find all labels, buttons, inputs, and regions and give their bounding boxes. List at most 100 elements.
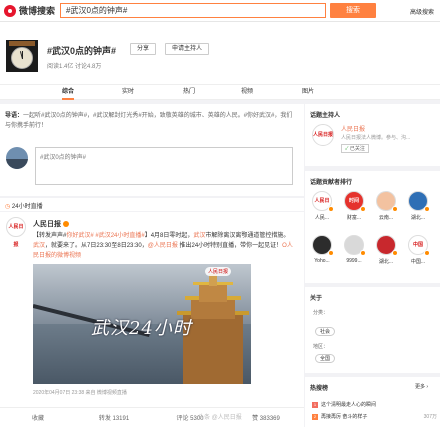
hot-search-item[interactable]: 1 这个清明最走人心的瞬间 bbox=[312, 401, 437, 408]
weibo-eye-icon bbox=[4, 4, 16, 17]
post-text: 【转发声声#你好武汉# #武汉24小时直播#】4月8日零时起，武汉市解除离汉离鄂… bbox=[33, 231, 295, 261]
composer-box bbox=[35, 147, 293, 185]
host-description: 人民日报法人微博。参与、沟... bbox=[341, 135, 411, 141]
section-24h-label: ◷ 24小时直播 bbox=[5, 201, 43, 210]
guide-text: 导语：一起听#武汉0点的钟声#，#武汉解封灯光秀#开始，致敬英雄的城市、英雄的人… bbox=[5, 111, 297, 131]
post-text-part: 市解除离汉离鄂通道管控措施。 bbox=[205, 233, 290, 239]
composer-input[interactable] bbox=[36, 148, 292, 184]
contributor-name: 9999... bbox=[346, 258, 362, 264]
repost-button[interactable]: 转发 13191 bbox=[76, 413, 152, 422]
post-actions: 收藏 转发 13191 评论 5300 赞 383369 bbox=[0, 407, 304, 427]
contributor-item[interactable]: 时间 财富... bbox=[343, 191, 366, 221]
search-button[interactable]: 搜索 bbox=[330, 3, 376, 18]
contributor-name: 湖北... bbox=[410, 215, 426, 221]
contributor-item[interactable]: 中国 中国... bbox=[407, 235, 430, 265]
favorite-button[interactable]: 收藏 bbox=[0, 413, 76, 422]
topic-title: #武汉0点的钟声# bbox=[47, 46, 117, 56]
user-avatar[interactable] bbox=[6, 147, 28, 169]
about-card: 关于 分类： 社会 地区： 全国 bbox=[305, 287, 440, 373]
topic-tabs: 综合 实时 热门 视频 图片 bbox=[0, 84, 440, 100]
verified-badge-icon bbox=[63, 221, 69, 228]
hashtag-link[interactable]: 你好武汉# bbox=[66, 233, 93, 239]
topic-header: #武汉0点的钟声# 分享 申请主持人 阅读1.4亿 讨论4.8万 bbox=[0, 22, 440, 84]
contributors-card: 话题贡献者排行 人民日报人民... 时间财富... 云南... 湖北... Yoho..… bbox=[305, 171, 440, 283]
guide-card: 导语：一起听#武汉0点的钟声#，#武汉解封灯光秀#开始，致敬英雄的城市、英雄的人… bbox=[0, 104, 304, 196]
hot-rank: 2 bbox=[312, 414, 318, 420]
clock-icon bbox=[11, 47, 33, 69]
hot-item-count: 307万 bbox=[423, 414, 437, 420]
section-24h-text: 24小时直播 bbox=[11, 204, 43, 210]
topic-cover-image bbox=[6, 40, 38, 72]
post-meta: 2020年04月07日 23:38 来自 微博视频直播 bbox=[33, 390, 127, 396]
hot-search-item[interactable]: 2 再接再厉 奋斗的样子 307万 bbox=[312, 413, 437, 420]
host-name[interactable]: 人民日报 bbox=[341, 124, 365, 133]
verified-badge-icon bbox=[360, 250, 366, 256]
contributor-name: 云南... bbox=[378, 215, 394, 221]
followed-button[interactable]: ✓ 已关注 bbox=[341, 144, 369, 153]
hot-search-title: 热搜榜 bbox=[310, 386, 329, 392]
contributor-item[interactable]: 云南... bbox=[375, 191, 398, 221]
tab-comprehensive[interactable]: 综合 bbox=[62, 85, 75, 100]
followed-label: 已关注 bbox=[349, 146, 365, 152]
contributor-item[interactable]: 9999... bbox=[343, 235, 366, 264]
contributor-name: Yoho... bbox=[314, 258, 330, 264]
contributor-item[interactable]: 人民日报人民... bbox=[311, 191, 334, 221]
verified-badge-icon bbox=[424, 250, 430, 256]
apply-host-button[interactable]: 申请主持人 bbox=[165, 43, 210, 55]
hot-rank: 1 bbox=[312, 402, 318, 408]
thumbnail-caption: 武汉24小时 bbox=[91, 318, 192, 339]
hashtag-link[interactable]: #武汉24小时直播# bbox=[95, 233, 144, 239]
post-author-avatar[interactable]: 人民日报 bbox=[6, 217, 26, 248]
advanced-search-link[interactable]: 高级搜索 bbox=[410, 7, 434, 16]
contributor-name: 中国... bbox=[410, 259, 426, 265]
contributor-item[interactable]: 湖北... bbox=[407, 191, 430, 221]
guide-label: 导语： bbox=[5, 113, 24, 119]
tab-images[interactable]: 图片 bbox=[302, 85, 314, 100]
verified-badge-icon bbox=[392, 250, 398, 256]
host-avatar[interactable]: 人民日报 bbox=[312, 124, 334, 146]
post-author-label: 人民日报 bbox=[33, 221, 61, 228]
watermark: 头条 @人民日报 bbox=[198, 415, 242, 421]
clock-small-icon: ◷ bbox=[5, 204, 11, 210]
category-tag[interactable]: 社会 bbox=[315, 327, 336, 336]
post-text-part: 】4月8日零时起， bbox=[144, 233, 194, 239]
check-icon: ✓ bbox=[345, 146, 349, 152]
contributor-item[interactable]: 湖北... bbox=[375, 235, 398, 265]
post-text-part: 推出24小时特别直播，带你一起见证！ bbox=[177, 243, 283, 249]
host-card: 话题主持人 人民日报 人民日报 人民日报法人微博。参与、沟... ✓ 已关注 bbox=[305, 104, 440, 166]
hot-search-more-link[interactable]: 更多 › bbox=[415, 383, 428, 390]
tab-video[interactable]: 视频 bbox=[241, 85, 253, 100]
host-card-title: 话题主持人 bbox=[310, 113, 341, 119]
verified-badge-icon bbox=[392, 206, 398, 212]
weibo-post: 人民日报 人民日报 【转发声声#你好武汉# #武汉24小时直播#】4月8日零时起… bbox=[0, 212, 304, 427]
hot-search-card: 热搜榜 更多 › 1 这个清明最走人心的瞬间 2 再接再厉 奋斗的样子 307万 bbox=[305, 377, 440, 427]
hot-item-text: 这个清明最走人心的瞬间 bbox=[321, 402, 377, 408]
keyword-link[interactable]: 武汉 bbox=[33, 243, 45, 249]
top-bar: 微博搜索 搜索 高级搜索 bbox=[0, 0, 440, 22]
keyword-link[interactable]: 武汉 bbox=[193, 233, 205, 239]
search-box bbox=[60, 3, 326, 18]
share-button[interactable]: 分享 bbox=[130, 43, 157, 55]
topic-stats: 阅读1.4亿 讨论4.8万 bbox=[47, 64, 102, 70]
search-input[interactable] bbox=[61, 4, 325, 17]
section-24h-header: ◷ 24小时直播 bbox=[0, 198, 304, 211]
region-tag[interactable]: 全国 bbox=[315, 354, 336, 363]
hot-item-text: 再接再厉 奋斗的样子 bbox=[321, 414, 368, 420]
post-text-part: ，就要来了。从7日23:30至8日23:30， bbox=[45, 243, 148, 249]
thumbnail-badge: 人民日报 bbox=[205, 267, 232, 276]
mention-link[interactable]: @人民日报 bbox=[148, 243, 178, 249]
tab-hot[interactable]: 热门 bbox=[183, 85, 195, 100]
weibo-logo[interactable]: 微博搜索 bbox=[4, 4, 55, 17]
tab-realtime[interactable]: 实时 bbox=[122, 85, 134, 100]
verified-badge-icon bbox=[424, 206, 430, 212]
post-video-thumbnail[interactable]: 武汉24小时 人民日报 bbox=[33, 264, 251, 384]
region-label: 地区： bbox=[313, 344, 329, 350]
verified-badge-icon bbox=[328, 250, 334, 256]
contributor-name: 财富... bbox=[346, 215, 362, 221]
post-text-part: 【转发声声# bbox=[33, 233, 67, 239]
contributor-name: 湖北... bbox=[378, 259, 394, 265]
post-author-name[interactable]: 人民日报 bbox=[33, 219, 69, 229]
category-label: 分类： bbox=[313, 310, 329, 316]
about-title: 关于 bbox=[310, 296, 323, 302]
contributor-item[interactable]: Yoho... bbox=[311, 235, 334, 264]
